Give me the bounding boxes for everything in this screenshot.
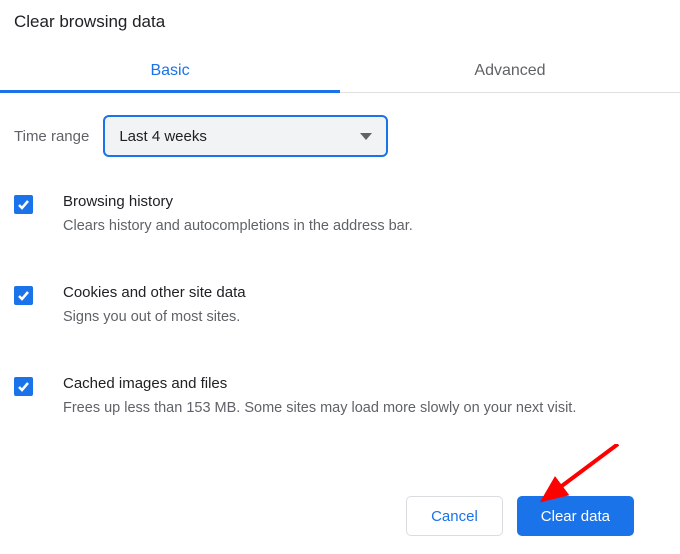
tabs: Basic Advanced	[0, 52, 680, 93]
check-icon	[17, 199, 30, 210]
clear-data-button[interactable]: Clear data	[517, 496, 634, 536]
option-browsing-history: Browsing history Clears history and auto…	[14, 193, 666, 238]
dialog-footer: Cancel Clear data	[406, 496, 634, 536]
dialog-title: Clear browsing data	[0, 0, 680, 52]
option-text: Cookies and other site data Signs you ou…	[63, 284, 666, 329]
tab-basic-label: Basic	[150, 62, 189, 79]
option-cache: Cached images and files Frees up less th…	[14, 375, 666, 420]
option-text: Browsing history Clears history and auto…	[63, 193, 666, 238]
tab-advanced-label: Advanced	[474, 62, 545, 79]
check-icon	[17, 290, 30, 301]
time-range-label: Time range	[14, 128, 89, 145]
option-title: Cached images and files	[63, 375, 666, 392]
tab-advanced[interactable]: Advanced	[340, 52, 680, 92]
checkbox-browsing-history[interactable]	[14, 195, 33, 214]
option-title: Browsing history	[63, 193, 666, 210]
option-desc: Signs you out of most sites.	[63, 307, 666, 329]
time-range-select[interactable]: Last 4 weeks	[103, 115, 388, 157]
chevron-down-icon	[360, 133, 372, 140]
content: Time range Last 4 weeks Browsing history…	[0, 93, 680, 419]
check-icon	[17, 381, 30, 392]
checkbox-cookies[interactable]	[14, 286, 33, 305]
tab-basic[interactable]: Basic	[0, 52, 340, 92]
checkbox-cache[interactable]	[14, 377, 33, 396]
option-cookies: Cookies and other site data Signs you ou…	[14, 284, 666, 329]
option-desc: Frees up less than 153 MB. Some sites ma…	[63, 398, 666, 420]
cancel-button[interactable]: Cancel	[406, 496, 503, 536]
clear-browsing-data-dialog: Clear browsing data Basic Advanced Time …	[0, 0, 680, 419]
time-range-row: Time range Last 4 weeks	[14, 115, 666, 157]
option-desc: Clears history and autocompletions in th…	[63, 216, 666, 238]
time-range-value: Last 4 weeks	[119, 128, 207, 145]
option-text: Cached images and files Frees up less th…	[63, 375, 666, 420]
option-title: Cookies and other site data	[63, 284, 666, 301]
